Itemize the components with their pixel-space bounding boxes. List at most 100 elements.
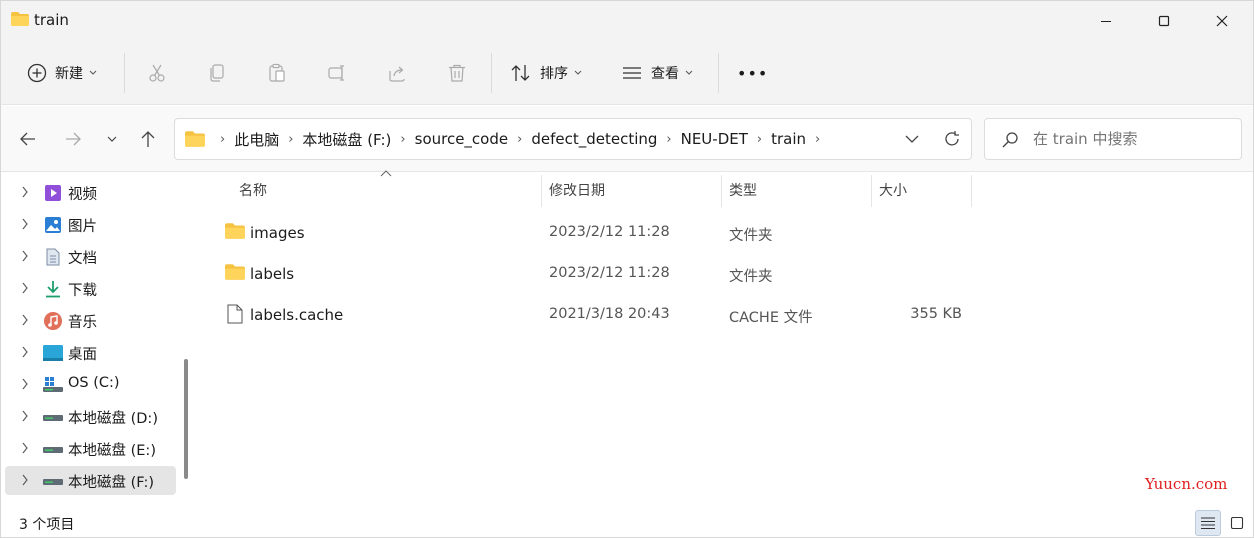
- more-options-button[interactable]: •••: [737, 51, 768, 95]
- status-bar: 3 个项目: [1, 507, 1253, 537]
- file-explorer-window: train 新建 排序 查看 ••• › 此电脑 › 本地磁盘 (F:) › s…: [0, 0, 1254, 538]
- sidebar-item-label: 下载: [68, 283, 97, 299]
- window-title: train: [34, 11, 69, 29]
- forward-button[interactable]: [58, 124, 88, 154]
- view-button[interactable]: 查看: [621, 51, 693, 95]
- rename-icon: [328, 65, 344, 81]
- maximize-icon: [1158, 15, 1170, 27]
- arrow-right-icon: [66, 132, 81, 146]
- column-divider[interactable]: [971, 175, 972, 207]
- chevron-right-icon: ›: [517, 131, 523, 147]
- up-button[interactable]: [133, 124, 163, 154]
- file-icon: [227, 304, 243, 324]
- rename-button[interactable]: [323, 59, 351, 87]
- drive-icon: [43, 471, 63, 491]
- file-type: 文件夹: [729, 228, 773, 244]
- share-icon: [389, 66, 405, 82]
- arrow-up-icon: [141, 131, 155, 147]
- address-bar[interactable]: › 此电脑 › 本地磁盘 (F:) › source_code › defect…: [174, 118, 972, 160]
- chevron-right-icon: [22, 410, 28, 422]
- new-label: 新建: [55, 66, 83, 82]
- sort-label: 排序: [540, 66, 568, 82]
- sort-button[interactable]: 排序: [510, 51, 582, 95]
- column-divider[interactable]: [721, 175, 722, 207]
- file-name: labels.cache: [250, 306, 344, 324]
- copy-icon: [210, 64, 224, 82]
- file-type: 文件夹: [729, 269, 773, 285]
- chevron-right-icon: [22, 186, 28, 198]
- breadcrumb-item[interactable]: 此电脑: [234, 129, 279, 150]
- sidebar-item-videos[interactable]: 视频: [5, 178, 176, 207]
- column-header-name[interactable]: 名称: [239, 173, 267, 207]
- sidebar-item-pictures[interactable]: 图片: [5, 210, 176, 239]
- column-header-date[interactable]: 修改日期: [549, 173, 605, 207]
- chevron-right-icon: ›: [756, 131, 763, 147]
- column-header-type[interactable]: 类型: [729, 173, 757, 207]
- column-divider[interactable]: [871, 175, 872, 207]
- cut-button[interactable]: [143, 59, 171, 87]
- folder-icon: [225, 264, 245, 280]
- close-icon: [1216, 15, 1228, 27]
- breadcrumb-item[interactable]: defect_detecting: [531, 130, 657, 148]
- navigation-pane: 视频 图片 文档 下载 音乐 桌面 OS (C:) 本地磁盘 (D:) 本地磁盘…: [1, 173, 195, 507]
- file-row[interactable]: images 2023/2/12 11:28 文件夹: [211, 213, 1241, 253]
- sidebar-item-label: 本地磁盘 (E:): [68, 443, 156, 459]
- new-button[interactable]: 新建: [27, 51, 97, 95]
- share-button[interactable]: [383, 59, 411, 87]
- chevron-right-icon: ›: [666, 131, 672, 147]
- breadcrumb-item[interactable]: 本地磁盘 (F:): [302, 129, 391, 150]
- delete-button[interactable]: [443, 59, 471, 87]
- back-button[interactable]: [13, 124, 43, 154]
- minimize-button[interactable]: [1077, 1, 1135, 41]
- file-row[interactable]: labels 2023/2/12 11:28 文件夹: [211, 254, 1241, 294]
- chevron-right-icon: [22, 314, 28, 326]
- large-icons-view-button[interactable]: [1224, 510, 1250, 536]
- details-view-button[interactable]: [1195, 510, 1221, 536]
- chevron-right-icon: [22, 474, 28, 486]
- close-button[interactable]: [1193, 1, 1251, 41]
- large-icons-view-icon: [1230, 516, 1244, 530]
- sidebar-item-drive-e[interactable]: 本地磁盘 (E:): [5, 434, 176, 463]
- breadcrumb-item[interactable]: train: [771, 130, 806, 148]
- drive-icon: [43, 439, 63, 459]
- chevron-down-icon: [574, 70, 582, 75]
- chevron-down-icon: [905, 135, 919, 143]
- item-count: 3 个项目: [19, 517, 75, 533]
- sidebar-item-music[interactable]: 音乐: [5, 306, 176, 335]
- sort-icon: [511, 65, 530, 81]
- chevron-right-icon: [22, 282, 28, 294]
- chevron-right-icon: ›: [220, 131, 226, 147]
- copy-button[interactable]: [203, 59, 231, 87]
- refresh-button[interactable]: [937, 125, 967, 153]
- maximize-button[interactable]: [1135, 1, 1193, 41]
- chevron-down-icon: [685, 70, 693, 75]
- sidebar-item-label: 桌面: [68, 347, 97, 363]
- column-header-size[interactable]: 大小: [879, 173, 907, 207]
- breadcrumb-item[interactable]: source_code: [415, 130, 509, 148]
- file-name: labels: [250, 265, 295, 283]
- sidebar-scrollbar[interactable]: [184, 359, 188, 479]
- column-divider[interactable]: [541, 175, 542, 207]
- sidebar-item-documents[interactable]: 文档: [5, 242, 176, 271]
- recent-locations-button[interactable]: [97, 124, 127, 154]
- search-box[interactable]: [984, 118, 1242, 160]
- file-row[interactable]: labels.cache 2021/3/18 20:43 CACHE 文件 35…: [211, 295, 1241, 335]
- more-icon: •••: [737, 63, 769, 83]
- sidebar-item-drive-d[interactable]: 本地磁盘 (D:): [5, 402, 176, 431]
- pictures-icon: [43, 215, 63, 235]
- paste-button[interactable]: [263, 59, 291, 87]
- sidebar-item-downloads[interactable]: 下载: [5, 274, 176, 303]
- sidebar-item-desktop[interactable]: 桌面: [5, 338, 176, 367]
- chevron-right-icon: [22, 250, 28, 262]
- watermark: Yuucn.com: [1145, 475, 1228, 493]
- address-history-button[interactable]: [897, 125, 927, 153]
- breadcrumb-item[interactable]: NEU-DET: [681, 130, 748, 148]
- search-input[interactable]: [1033, 119, 1233, 159]
- chevron-right-icon: ›: [400, 131, 406, 147]
- sidebar-item-drive-f[interactable]: 本地磁盘 (F:): [5, 466, 176, 495]
- details-view-icon: [1201, 517, 1215, 529]
- toolbar-divider: [718, 53, 719, 93]
- sidebar-item-os-c[interactable]: OS (C:): [5, 370, 176, 399]
- sidebar-item-label: OS (C:): [68, 375, 120, 391]
- folder-icon: [185, 131, 205, 147]
